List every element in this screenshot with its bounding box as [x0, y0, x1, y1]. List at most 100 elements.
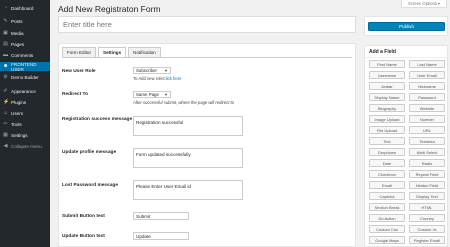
sidebar-item-label: FRONTEND USER: [11, 61, 37, 72]
update-button-text-label: Update Button text: [62, 234, 105, 239]
sidebar-item-label: Users: [11, 111, 23, 116]
add-field-display-name-button[interactable]: Display Name: [369, 93, 405, 101]
sidebar-item-demo-builder[interactable]: ⚙ Demo Builder: [0, 73, 50, 82]
add-field-display-text-button[interactable]: Display Text: [409, 192, 445, 200]
redirect-to-select[interactable]: Same Page ▼: [133, 91, 171, 98]
plugins-icon: ⚡: [3, 99, 10, 105]
add-field-section-break-button[interactable]: Section Break: [369, 203, 405, 211]
add-field-repeat-field-button[interactable]: Repeat Field: [409, 170, 445, 178]
add-field-custom-js-button[interactable]: Custom Js: [409, 225, 445, 233]
sidebar-item-dashboard[interactable]: ◔ Dashboard: [0, 4, 50, 13]
sidebar-item-frontend-user[interactable]: ☻ FRONTEND USER: [0, 61, 50, 72]
sidebar-item-label: Posts: [11, 19, 23, 24]
new-user-role-value: Subscriber: [136, 68, 157, 73]
sidebar-item-settings[interactable]: ▦ Settings: [0, 131, 50, 140]
users-icon: ☺: [3, 110, 9, 116]
sidebar-item-label: Collapse menu: [11, 144, 42, 149]
new-user-role-hint-text: To Add new role: [133, 76, 163, 81]
tabs-divider: [62, 57, 352, 58]
sidebar-item-label: Tools: [11, 122, 22, 127]
update-profile-label: Update profile message: [62, 150, 117, 155]
redirect-to-value: Same Page: [136, 92, 159, 97]
add-field-last-name-button[interactable]: Last Name: [409, 60, 445, 68]
chevron-down-icon: ▼: [164, 92, 168, 97]
sidebar-item-label: Comments: [11, 53, 34, 58]
dashboard-icon: ◔: [3, 5, 8, 11]
comments-icon: ▬: [3, 52, 8, 58]
add-field-user-email-button[interactable]: User Email: [409, 71, 445, 79]
registration-success-textarea[interactable]: Registration successful: [133, 116, 243, 136]
sidebar-item-collapse-menu[interactable]: ◀ Collapse menu: [0, 142, 50, 151]
sidebar-item-appearance[interactable]: ✐ Appearance: [0, 87, 50, 96]
add-field-url-button[interactable]: URL: [409, 126, 445, 134]
new-user-role-label: New User Role: [62, 69, 96, 74]
update-button-text-input[interactable]: Update: [133, 232, 189, 240]
add-field-biography-button[interactable]: Biography: [369, 104, 405, 112]
demo-builder-icon: ⚙: [3, 74, 8, 80]
sidebar-item-label: Media: [11, 31, 24, 36]
sidebar-item-comments[interactable]: ▬ Comments: [0, 51, 50, 60]
registration-success-label: Registration success message: [62, 117, 133, 122]
add-field-google-maps-button[interactable]: Google Maps: [369, 236, 405, 244]
collapse-icon: ◀: [3, 143, 8, 149]
settings-icon: ▦: [3, 132, 8, 138]
sidebar-item-label: Demo Builder: [11, 75, 39, 80]
publish-button[interactable]: Publish: [368, 22, 445, 31]
new-user-role-select[interactable]: Subscriber ▼: [133, 67, 171, 74]
add-field-hidden-field-button[interactable]: Hidden Field: [409, 181, 445, 189]
sidebar-item-label: Appearance: [11, 89, 36, 94]
sidebar-item-media[interactable]: ▣ Media: [0, 29, 50, 38]
sidebar-item-label: Settings: [11, 133, 28, 138]
add-field-file-upload-button[interactable]: File Upload: [369, 126, 405, 134]
add-field-register-email-button[interactable]: Register Email: [409, 236, 445, 244]
add-field-image-upload-button[interactable]: Image Upload: [369, 115, 405, 123]
redirect-to-label: Redirect To: [62, 92, 89, 97]
add-field-email-button[interactable]: Email: [369, 181, 405, 189]
screen-options-label: Screen Options: [408, 1, 437, 6]
sidebar-item-plugins[interactable]: ⚡ Plugins: [0, 98, 50, 107]
submit-button-text-input[interactable]: Submit: [133, 212, 189, 220]
add-field-do-action-button[interactable]: Do Action: [369, 214, 405, 222]
sidebar-item-pages[interactable]: ▤ Pages: [0, 40, 50, 49]
new-user-role-hint: To Add new roleClick here: [133, 76, 181, 81]
add-role-link[interactable]: Click here: [163, 76, 182, 81]
media-icon: ▣: [3, 30, 8, 36]
sidebar-item-posts[interactable]: ✎ Posts: [0, 17, 50, 26]
sidebar-item-label: Plugins: [11, 100, 27, 105]
lost-password-textarea[interactable]: Please Enter User Email id: [133, 180, 243, 200]
add-field-text-button[interactable]: Text: [369, 137, 405, 145]
sidebar-item-label: Dashboard: [11, 6, 34, 11]
add-field-captcha-button[interactable]: Captcha: [369, 192, 405, 200]
add-field-date-button[interactable]: Date: [369, 159, 405, 167]
add-field-custom-css-button[interactable]: Custom Css: [369, 225, 405, 233]
tools-icon: ✂: [3, 121, 8, 127]
add-field-country-button[interactable]: Country: [409, 214, 445, 222]
form-settings-panel: Form Editor Settings Notification New Us…: [58, 43, 356, 247]
frontend-user-icon: ☻: [3, 63, 9, 69]
add-field-avatar-button[interactable]: Avatar: [369, 82, 405, 90]
add-field-radio-button[interactable]: Radio: [409, 159, 445, 167]
pages-icon: ▤: [3, 41, 8, 47]
posts-icon: ✎: [3, 18, 8, 24]
sidebar-item-tools[interactable]: ✂ Tools: [0, 120, 50, 129]
sidebar-item-users[interactable]: ☺ Users: [0, 109, 50, 118]
add-field-username-button[interactable]: Username: [369, 71, 405, 79]
add-field-nickname-button[interactable]: Nickname: [409, 82, 445, 90]
appearance-icon: ✐: [3, 88, 8, 94]
add-field-title: Add a Field: [369, 49, 396, 55]
add-field-textarea-button[interactable]: Textarea: [409, 137, 445, 145]
publish-box: Publish: [364, 16, 448, 36]
add-field-number-button[interactable]: Number: [409, 115, 445, 123]
add-field-website-button[interactable]: Website: [409, 104, 445, 112]
add-field-dropdown-button[interactable]: Dropdown: [369, 148, 405, 156]
add-field-password-button[interactable]: Password: [409, 93, 445, 101]
redirect-to-hint: After successful submit, where the page …: [133, 100, 235, 105]
page-title: Add New Registraton Form: [58, 4, 161, 14]
update-profile-textarea[interactable]: Form updated successfully: [133, 148, 243, 168]
screen-options-button[interactable]: Screen Options ▾: [401, 0, 447, 8]
form-title-input[interactable]: [58, 16, 356, 33]
add-field-first-name-button[interactable]: First Name: [369, 60, 405, 68]
add-field-checkbox-button[interactable]: Checkbox: [369, 170, 405, 178]
add-field-html-button[interactable]: HTML: [409, 203, 445, 211]
add-field-multi-select-button[interactable]: Multi Select: [409, 148, 445, 156]
